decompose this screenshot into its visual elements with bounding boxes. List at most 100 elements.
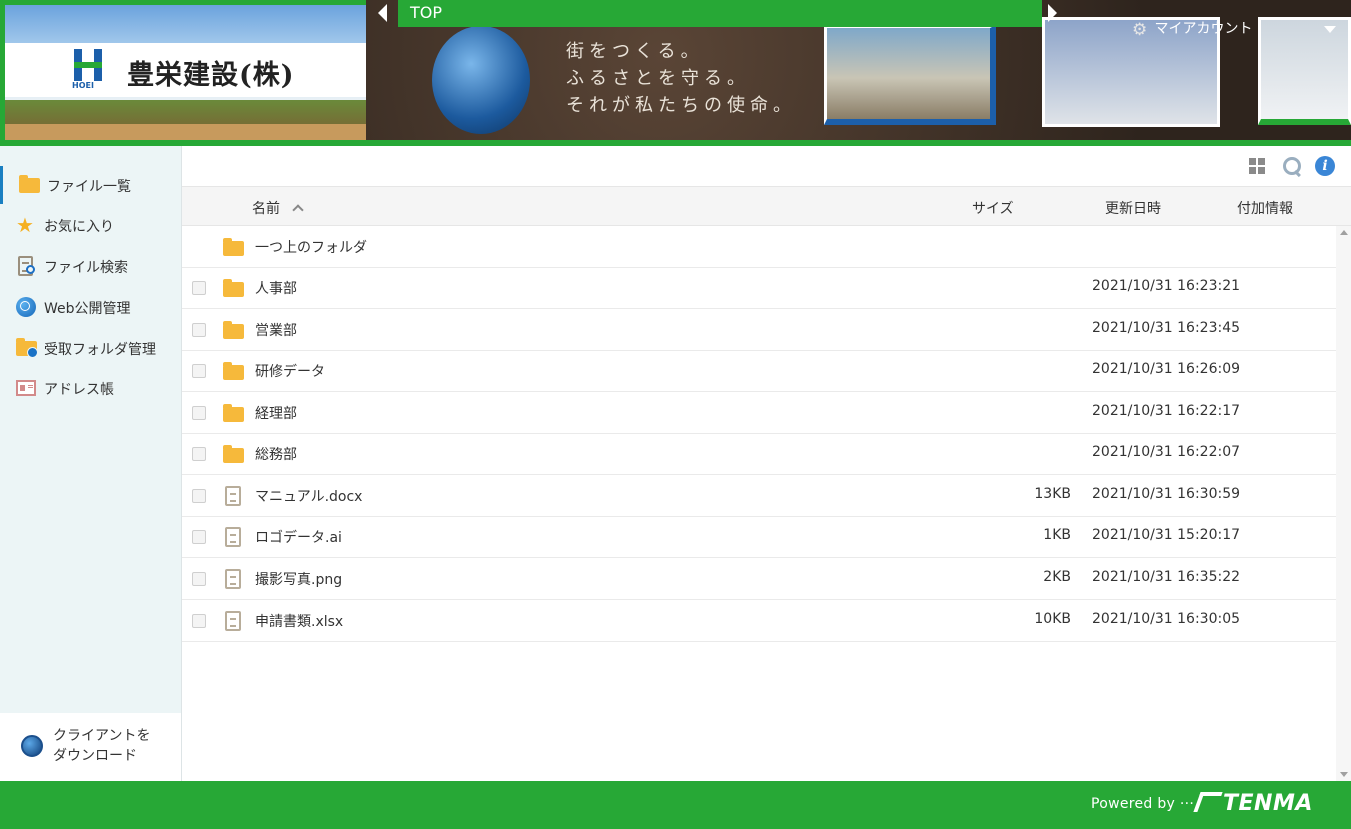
table-row[interactable]: 研修データ 2021/10/31 16:26:09 <box>182 350 1336 392</box>
company-logo-panel: HOEI 豊栄建設(株) <box>0 0 366 140</box>
tenma-logo[interactable]: TENMA <box>1193 791 1313 816</box>
star-icon: ★ <box>16 213 34 237</box>
row-date: 2021/10/31 15:20:17 <box>1092 527 1241 543</box>
powered-by-text: Powered by ··· <box>1091 796 1195 812</box>
row-name: マニュアル.docx <box>255 489 363 505</box>
next-arrow-icon[interactable] <box>1048 4 1057 22</box>
row-name: 経理部 <box>255 406 297 422</box>
file-icon <box>223 527 244 547</box>
folder-icon <box>223 320 244 340</box>
column-date[interactable]: 更新日時 <box>1105 198 1161 218</box>
table-header: 名前 サイズ 更新日時 付加情報 <box>182 186 1351 226</box>
table-row[interactable]: ロゴデータ.ai 1KB 2021/10/31 15:20:17 <box>182 516 1336 558</box>
row-date: 2021/10/31 16:23:45 <box>1092 320 1241 336</box>
sidebar-item-address-book[interactable]: アドレス帳 <box>0 369 181 407</box>
row-date: 2021/10/31 16:22:17 <box>1092 403 1241 419</box>
sidebar-item-favorites[interactable]: ★ お気に入り <box>0 206 181 244</box>
info-icon[interactable]: i <box>1315 156 1335 176</box>
download-client-button[interactable]: クライアントを ダウンロード <box>0 713 181 781</box>
row-name: 総務部 <box>255 447 297 463</box>
row-checkbox[interactable] <box>192 364 206 378</box>
road-photo <box>1258 17 1351 125</box>
scroll-down-icon[interactable] <box>1340 772 1348 777</box>
file-list-panel: i 名前 サイズ 更新日時 付加情報 一つ上のフォルダ 人事部 2021/10/… <box>182 146 1351 781</box>
vertical-scrollbar[interactable] <box>1336 226 1351 781</box>
download-label: クライアントを ダウンロード <box>53 726 150 766</box>
logo-text: HOEI <box>72 81 94 90</box>
top-label: TOP <box>410 3 443 22</box>
column-name-label: 名前 <box>252 201 280 217</box>
row-checkbox[interactable] <box>192 489 206 503</box>
row-date: 2021/10/31 16:30:59 <box>1092 486 1241 502</box>
folder-icon <box>223 237 244 257</box>
folder-icon <box>223 361 244 381</box>
search-icon[interactable] <box>1282 156 1302 176</box>
sort-ascending-icon <box>292 204 304 216</box>
download-label-line-1: クライアントを <box>53 728 151 744</box>
sidebar: ファイル一覧 ★ お気に入り ファイル検索 Web公開管理 受取フォルダ管理 ア… <box>0 146 182 781</box>
file-icon <box>223 569 244 589</box>
company-logo[interactable]: HOEI 豊栄建設(株) <box>5 43 366 97</box>
row-date: 2021/10/31 16:26:09 <box>1092 361 1241 377</box>
account-dropdown-icon[interactable] <box>1324 26 1336 33</box>
prev-arrow-icon[interactable] <box>378 4 387 22</box>
header-banner: HOEI 豊栄建設(株) 街をつくる。 ふるさとを守る。 それが私たちの使命。 … <box>0 0 1351 146</box>
row-checkbox[interactable] <box>192 614 206 628</box>
column-size[interactable]: サイズ <box>972 198 1014 218</box>
tagline-line-1: 街をつくる。 <box>566 41 704 62</box>
top-breadcrumb[interactable]: TOP <box>398 0 1042 27</box>
row-date: 2021/10/31 16:30:05 <box>1092 611 1241 627</box>
table-row[interactable]: 撮影写真.png 2KB 2021/10/31 16:35:22 <box>182 558 1336 600</box>
folder-icon <box>223 403 244 423</box>
grid-view-icon[interactable] <box>1248 156 1268 176</box>
row-checkbox[interactable] <box>192 406 206 420</box>
table-row[interactable]: マニュアル.docx 13KB 2021/10/31 16:30:59 <box>182 475 1336 517</box>
sidebar-item-receive-folder[interactable]: 受取フォルダ管理 <box>0 329 181 367</box>
row-size: 10KB <box>1034 611 1071 627</box>
row-checkbox[interactable] <box>192 572 206 586</box>
sidebar-item-file-list[interactable]: ファイル一覧 <box>0 166 181 204</box>
tagline-line-2: ふるさとを守る。 <box>566 68 750 89</box>
table-row[interactable]: 総務部 2021/10/31 16:22:07 <box>182 433 1336 475</box>
my-account-button[interactable]: ⚙ マイアカウント <box>1132 18 1252 39</box>
folder-globe-icon <box>16 338 38 358</box>
footer: Powered by ··· TENMA <box>0 781 1351 829</box>
table-row[interactable]: 営業部 2021/10/31 16:23:45 <box>182 309 1336 351</box>
helmet-illustration <box>432 26 530 134</box>
row-size: 13KB <box>1034 486 1071 502</box>
download-label-line-2: ダウンロード <box>53 748 137 764</box>
parent-folder-row[interactable]: 一つ上のフォルダ <box>182 226 1336 268</box>
folder-icon <box>223 444 244 464</box>
row-checkbox[interactable] <box>192 323 206 337</box>
client-app-icon <box>21 735 43 757</box>
table-row[interactable]: 申請書類.xlsx 10KB 2021/10/31 16:30:05 <box>182 600 1336 642</box>
tenma-mark-icon <box>1193 792 1223 812</box>
row-name: 営業部 <box>255 323 297 339</box>
column-extra-info[interactable]: 付加情報 <box>1237 198 1293 218</box>
tagline: 街をつくる。 ふるさとを守る。 それが私たちの使命。 <box>566 38 796 119</box>
sidebar-item-file-search[interactable]: ファイル検索 <box>0 247 181 285</box>
file-icon <box>223 486 244 506</box>
row-name: 撮影写真.png <box>255 572 343 588</box>
row-name: 研修データ <box>255 364 325 380</box>
row-name: ロゴデータ.ai <box>255 530 342 546</box>
row-checkbox[interactable] <box>192 447 206 461</box>
row-date: 2021/10/31 16:35:22 <box>1092 569 1241 585</box>
row-checkbox[interactable] <box>192 530 206 544</box>
company-name: 豊栄建設(株) <box>127 60 295 91</box>
landscape-illustration <box>5 100 366 140</box>
table-row[interactable]: 人事部 2021/10/31 16:23:21 <box>182 267 1336 309</box>
file-list: 一つ上のフォルダ 人事部 2021/10/31 16:23:21 営業部 202… <box>182 226 1336 781</box>
sidebar-item-label: 受取フォルダ管理 <box>44 342 156 358</box>
address-card-icon <box>16 378 37 398</box>
gear-icon: ⚙ <box>1132 20 1148 40</box>
file-icon <box>223 611 244 631</box>
column-name[interactable]: 名前 <box>252 198 304 218</box>
sidebar-item-label: Web公開管理 <box>44 301 131 317</box>
construction-photo <box>824 25 996 125</box>
table-row[interactable]: 経理部 2021/10/31 16:22:17 <box>182 392 1336 434</box>
scroll-up-icon[interactable] <box>1340 230 1348 235</box>
sidebar-item-web-publish[interactable]: Web公開管理 <box>0 288 181 326</box>
row-checkbox[interactable] <box>192 281 206 295</box>
sidebar-item-label: アドレス帳 <box>44 382 114 398</box>
